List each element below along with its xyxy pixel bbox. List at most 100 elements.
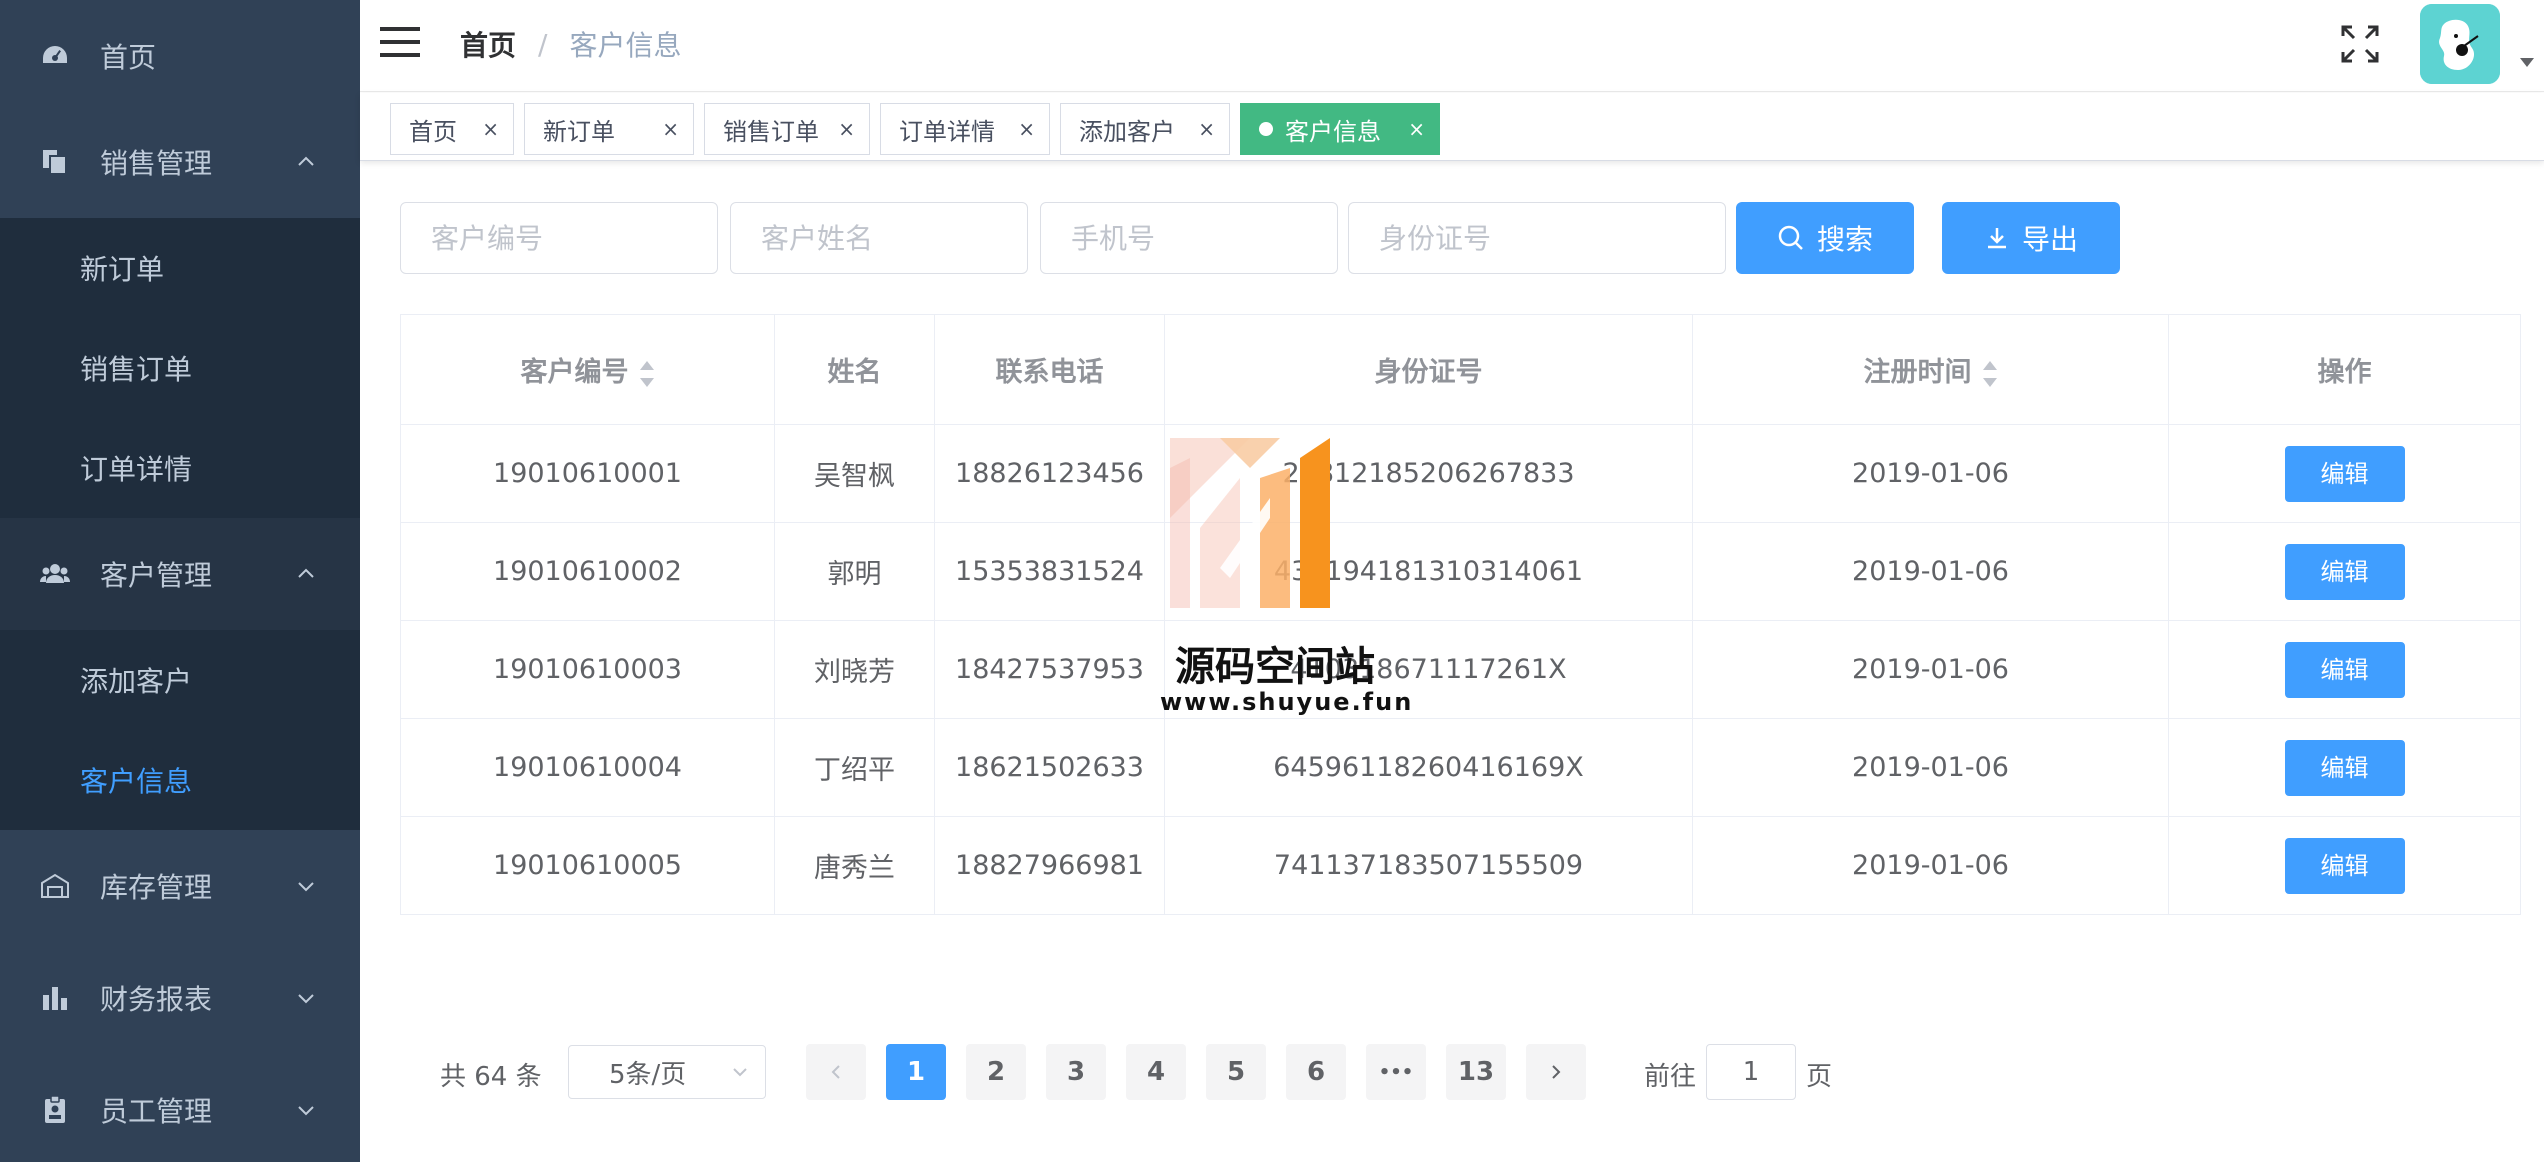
menu-item-staff[interactable]: 员工管理 <box>0 1054 360 1162</box>
edit-button[interactable]: 编辑 <box>2284 641 2405 698</box>
next-page-button[interactable] <box>1526 1044 1586 1100</box>
submenu-sales: 新订单 销售订单 订单详情 <box>0 218 360 518</box>
page-button-5[interactable]: 5 <box>1206 1044 1266 1100</box>
goto-suffix: 页 <box>1806 1062 1833 1092</box>
column-header-name: 姓名 <box>774 314 935 425</box>
close-icon[interactable]: × <box>482 117 499 141</box>
prev-page-button[interactable] <box>806 1044 866 1100</box>
menu-label-sales: 销售管理 <box>100 147 213 180</box>
fullscreen-icon[interactable] <box>2340 24 2380 64</box>
customer-id-input[interactable] <box>400 202 718 274</box>
page-button-2[interactable]: 2 <box>966 1044 1026 1100</box>
tag-label: 订单详情 <box>899 117 995 146</box>
tag-home[interactable]: 首页 × <box>390 103 514 155</box>
edit-button[interactable]: 编辑 <box>2284 445 2405 502</box>
page-size-select[interactable]: 5条/页 <box>568 1045 766 1099</box>
breadcrumb-current: 客户信息 <box>569 29 682 62</box>
tag-add-customer[interactable]: 添加客户 × <box>1060 103 1230 155</box>
sidebar: 首页 销售管理 新订单 销售订单 订单详情 客户管理 添加客户 客户信息 库存管… <box>0 0 360 1162</box>
sidebar-item-new-order[interactable]: 新订单 <box>0 218 360 318</box>
id-card-input[interactable] <box>1348 202 1726 274</box>
more-pages-button[interactable]: ••• <box>1366 1044 1426 1100</box>
chevron-right-icon <box>1552 1065 1561 1079</box>
breadcrumb-separator: / <box>538 27 548 61</box>
page-button-13[interactable]: 13 <box>1446 1044 1506 1100</box>
warehouse-icon <box>40 871 70 901</box>
active-dot-icon <box>1259 122 1273 136</box>
tag-customer-info[interactable]: 客户信息 × <box>1240 103 1440 155</box>
menu-item-home[interactable]: 首页 <box>0 0 360 112</box>
sidebar-item-add-customer[interactable]: 添加客户 <box>0 630 360 730</box>
tag-label: 首页 <box>409 117 457 146</box>
close-icon[interactable]: × <box>1018 117 1035 141</box>
cell-customer-id: 19010610005 <box>400 816 775 915</box>
menu-label-finance: 财务报表 <box>100 983 213 1016</box>
column-header-customer-id[interactable]: 客户编号 <box>400 314 775 425</box>
chevron-down-icon <box>733 1068 747 1077</box>
goto-page-input[interactable] <box>1706 1044 1796 1100</box>
cell-register-date: 2019-01-06 <box>1692 620 2169 719</box>
cell-name: 丁绍平 <box>774 718 935 817</box>
column-header-register-date[interactable]: 注册时间 <box>1692 314 2169 425</box>
column-header-phone: 联系电话 <box>934 314 1165 425</box>
menu-item-customers[interactable]: 客户管理 <box>0 518 360 630</box>
search-icon <box>1778 225 1803 250</box>
tag-sales-orders[interactable]: 销售订单 × <box>704 103 870 155</box>
cell-id-card: 64596118260416169X <box>1164 718 1693 817</box>
menu-label-staff: 员工管理 <box>100 1095 213 1128</box>
sidebar-item-customer-info[interactable]: 客户信息 <box>0 730 360 830</box>
sidebar-item-order-details[interactable]: 订单详情 <box>0 418 360 518</box>
cell-phone: 15353831524 <box>934 522 1165 621</box>
edit-button[interactable]: 编辑 <box>2284 543 2405 600</box>
avatar[interactable] <box>2420 4 2500 84</box>
tag-label: 新订单 <box>543 117 615 146</box>
export-button-label: 导出 <box>2021 223 2078 256</box>
page-button-6[interactable]: 6 <box>1286 1044 1346 1100</box>
table-row: 19010610005 唐秀兰 18827966981 741137183507… <box>400 816 2521 915</box>
cell-name: 刘晓芳 <box>774 620 935 719</box>
cell-customer-id: 19010610004 <box>400 718 775 817</box>
page-button-1[interactable]: 1 <box>886 1044 946 1100</box>
cell-name: 郭明 <box>774 522 935 621</box>
close-icon[interactable]: × <box>1408 117 1425 141</box>
documents-icon <box>40 147 70 177</box>
tag-order-details[interactable]: 订单详情 × <box>880 103 1050 155</box>
close-icon[interactable]: × <box>662 117 679 141</box>
menu-item-inventory[interactable]: 库存管理 <box>0 830 360 942</box>
customer-name-input[interactable] <box>730 202 1028 274</box>
cell-actions: 编辑 <box>2168 424 2521 523</box>
cell-name: 吴智枫 <box>774 424 935 523</box>
goto-prefix: 前往 <box>1644 1062 1697 1092</box>
chevron-up-icon <box>298 156 314 166</box>
table-row: 19010610004 丁绍平 18621502633 645961182604… <box>400 718 2521 817</box>
cell-register-date: 2019-01-06 <box>1692 424 2169 523</box>
sort-caret-icon[interactable] <box>639 360 655 387</box>
export-button[interactable]: 导出 <box>1942 202 2120 274</box>
cell-actions: 编辑 <box>2168 620 2521 719</box>
menu-item-finance[interactable]: 财务报表 <box>0 942 360 1054</box>
hamburger-icon[interactable] <box>380 24 420 60</box>
sort-caret-icon[interactable] <box>1982 360 1998 387</box>
pagination-total: 共 64 条 <box>440 1062 542 1092</box>
caret-down-icon[interactable] <box>2520 58 2534 67</box>
menu-label-customers: 客户管理 <box>100 559 213 592</box>
menu-item-sales[interactable]: 销售管理 <box>0 106 360 218</box>
sidebar-item-sales-orders[interactable]: 销售订单 <box>0 318 360 418</box>
search-button[interactable]: 搜索 <box>1736 202 1914 274</box>
badge-icon <box>40 1095 70 1125</box>
page-button-4[interactable]: 4 <box>1126 1044 1186 1100</box>
chevron-left-icon <box>831 1065 840 1079</box>
edit-button[interactable]: 编辑 <box>2284 739 2405 796</box>
edit-button[interactable]: 编辑 <box>2284 837 2405 894</box>
close-icon[interactable]: × <box>1198 117 1215 141</box>
phone-input[interactable] <box>1040 202 1338 274</box>
cell-phone: 18621502633 <box>934 718 1165 817</box>
close-icon[interactable]: × <box>838 117 855 141</box>
page-button-3[interactable]: 3 <box>1046 1044 1106 1100</box>
breadcrumb-home[interactable]: 首页 <box>460 24 516 64</box>
chevron-down-icon <box>298 882 314 892</box>
tag-new-order[interactable]: 新订单 × <box>524 103 694 155</box>
cell-customer-id: 19010610002 <box>400 522 775 621</box>
cell-name: 唐秀兰 <box>774 816 935 915</box>
table-row: 19010610001 吴智枫 18826123456 268121852062… <box>400 424 2521 523</box>
